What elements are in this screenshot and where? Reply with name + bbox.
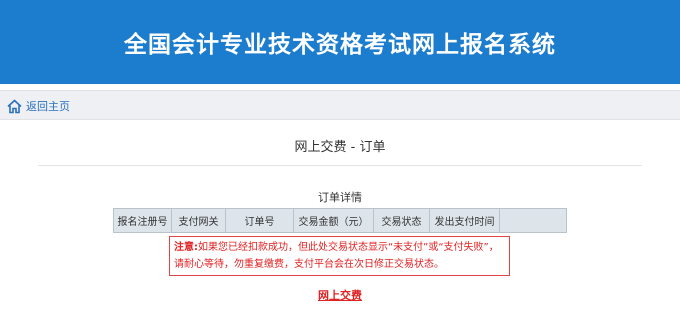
column-header-order-no: 订单号: [225, 208, 294, 233]
column-header-registration-no: 报名注册号: [113, 208, 172, 233]
column-header-payment-gateway: 支付网关: [171, 208, 226, 233]
column-header-amount: 交易金额（元）: [293, 208, 374, 233]
payment-notice: 注意:如果您已经扣款成功，但此处交易状态显示“未支付”或“支付失败”，请耐心等待…: [169, 236, 510, 276]
online-payment-wrapper: 网上交费: [0, 284, 680, 303]
page-title: 网上交费 - 订单: [294, 140, 386, 155]
online-payment-link[interactable]: 网上交费: [318, 289, 362, 302]
system-title: 全国会计专业技术资格考试网上报名系统: [124, 32, 556, 58]
home-icon: [6, 98, 23, 115]
order-table: 报名注册号 支付网关 订单号 交易金额（元） 交易状态 发出支付时间: [113, 208, 567, 233]
column-header-payment-time: 发出支付时间: [429, 208, 500, 233]
breadcrumb: 返回主页: [0, 90, 680, 120]
column-header-status: 交易状态: [373, 208, 430, 233]
column-header-action: [499, 208, 567, 233]
order-details-title: 订单详情: [318, 191, 362, 204]
table-header-row: 报名注册号 支付网关 订单号 交易金额（元） 交易状态 发出支付时间: [113, 208, 567, 233]
header-banner: 全国会计专业技术资格考试网上报名系统: [0, 0, 680, 84]
back-to-home-label: 返回主页: [26, 100, 70, 113]
notice-text: 如果您已经扣款成功，但此处交易状态显示“未支付”或“支付失败”，请耐心等待，勿重…: [174, 242, 499, 270]
notice-label: 注意:: [174, 242, 198, 253]
back-to-home-link[interactable]: 返回主页: [6, 96, 70, 116]
divider: [38, 165, 642, 166]
